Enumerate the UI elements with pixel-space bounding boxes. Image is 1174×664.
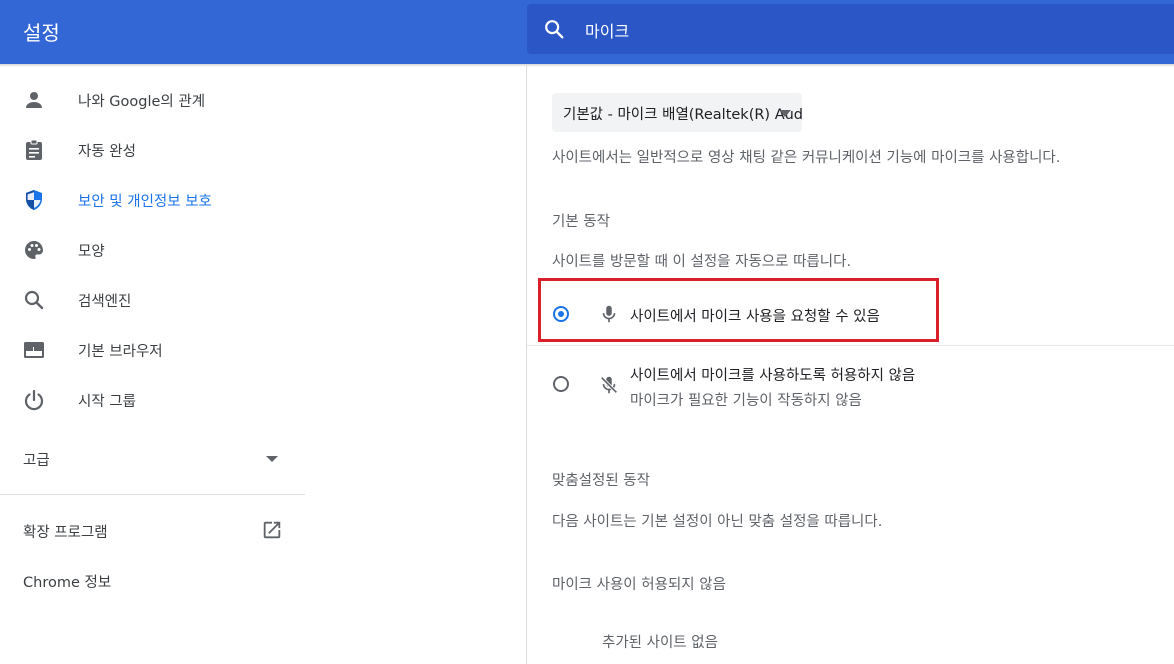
sidebar-item-label: 시작 그룹	[78, 394, 136, 410]
sidebar-item-label: 검색엔진	[78, 294, 132, 310]
search-icon	[24, 290, 44, 310]
palette-icon	[25, 241, 43, 259]
sidebar-divider	[0, 494, 305, 495]
no-sites-text: 추가된 사이트 없음	[602, 635, 718, 651]
mic-icon	[602, 305, 616, 323]
sidebar-item-label: 나와 Google의 관계	[78, 94, 206, 110]
radio-allow-ask[interactable]	[553, 306, 569, 322]
mic-off-icon	[600, 376, 618, 394]
microphone-device-select[interactable]: 기본값 - 마이크 배열(Realtek(R) Audio)	[552, 93, 802, 132]
radio-block[interactable]	[553, 376, 569, 392]
search-box[interactable]: 마이크	[527, 4, 1174, 54]
custom-behavior-subtext: 다음 사이트는 기본 설정이 아닌 맞춤 설정을 따릅니다.	[552, 514, 883, 530]
top-bar: 설정 마이크	[0, 0, 1174, 64]
sidebar-item-label: 기본 브라우저	[78, 344, 163, 360]
open-in-new-icon[interactable]	[261, 519, 283, 541]
power-icon	[24, 389, 44, 411]
default-behavior-subtext: 사이트를 방문할 때 이 설정을 자동으로 따릅니다.	[552, 254, 852, 270]
search-input[interactable]: 마이크	[585, 18, 629, 42]
device-select-value: 기본값 - 마이크 배열(Realtek(R) Audio)	[563, 107, 802, 123]
option-allow-ask-label[interactable]: 사이트에서 마이크 사용을 요청할 수 있음	[630, 305, 880, 326]
sidebar-item-label: 모양	[78, 244, 105, 260]
person-icon	[26, 92, 42, 108]
option-divider	[527, 345, 1174, 346]
main-content: 기본값 - 마이크 배열(Realtek(R) Audio) 사이트에서는 일반…	[527, 64, 1174, 664]
sidebar-item-default-browser[interactable]: 기본 브라우저	[0, 329, 305, 369]
about-chrome-link[interactable]: Chrome 정보	[23, 571, 111, 592]
sidebar-item-label: 자동 완성	[78, 144, 136, 160]
dropdown-arrow-icon	[779, 110, 791, 117]
sidebar-item-appearance[interactable]: 모양	[0, 229, 305, 269]
sidebar-item-on-startup[interactable]: 시작 그룹	[0, 379, 305, 419]
sidebar-item-label: 보안 및 개인정보 보호	[78, 194, 212, 210]
extensions-link[interactable]: 확장 프로그램	[23, 521, 108, 542]
browser-icon	[24, 342, 44, 358]
chevron-down-icon[interactable]	[266, 456, 278, 462]
option-block-label[interactable]: 사이트에서 마이크를 사용하도록 허용하지 않음	[630, 364, 915, 385]
default-behavior-heading: 기본 동작	[552, 214, 610, 230]
app-title: 설정	[23, 21, 60, 45]
blocked-sites-heading: 마이크 사용이 허용되지 않음	[552, 577, 726, 593]
sidebar: 나와 Google의 관계 자동 완성 보안 및 개인정보 보호 모양 검색엔진…	[0, 64, 305, 664]
microphone-description: 사이트에서는 일반적으로 영상 채팅 같은 커뮤니케이션 기능에 마이크를 사용…	[552, 150, 1061, 166]
sidebar-item-autofill[interactable]: 자동 완성	[0, 129, 305, 169]
advanced-toggle[interactable]: 고급	[23, 449, 50, 470]
sidebar-item-you-and-google[interactable]: 나와 Google의 관계	[0, 79, 305, 119]
shield-icon	[26, 190, 42, 210]
sidebar-item-security[interactable]: 보안 및 개인정보 보호	[0, 179, 305, 219]
sidebar-item-search-engine[interactable]: 검색엔진	[0, 279, 305, 319]
search-icon	[545, 20, 564, 39]
option-block-subtext: 마이크가 필요한 기능이 작동하지 않음	[630, 393, 862, 409]
custom-behavior-heading: 맞춤설정된 동작	[552, 473, 650, 489]
clipboard-icon	[26, 139, 42, 160]
